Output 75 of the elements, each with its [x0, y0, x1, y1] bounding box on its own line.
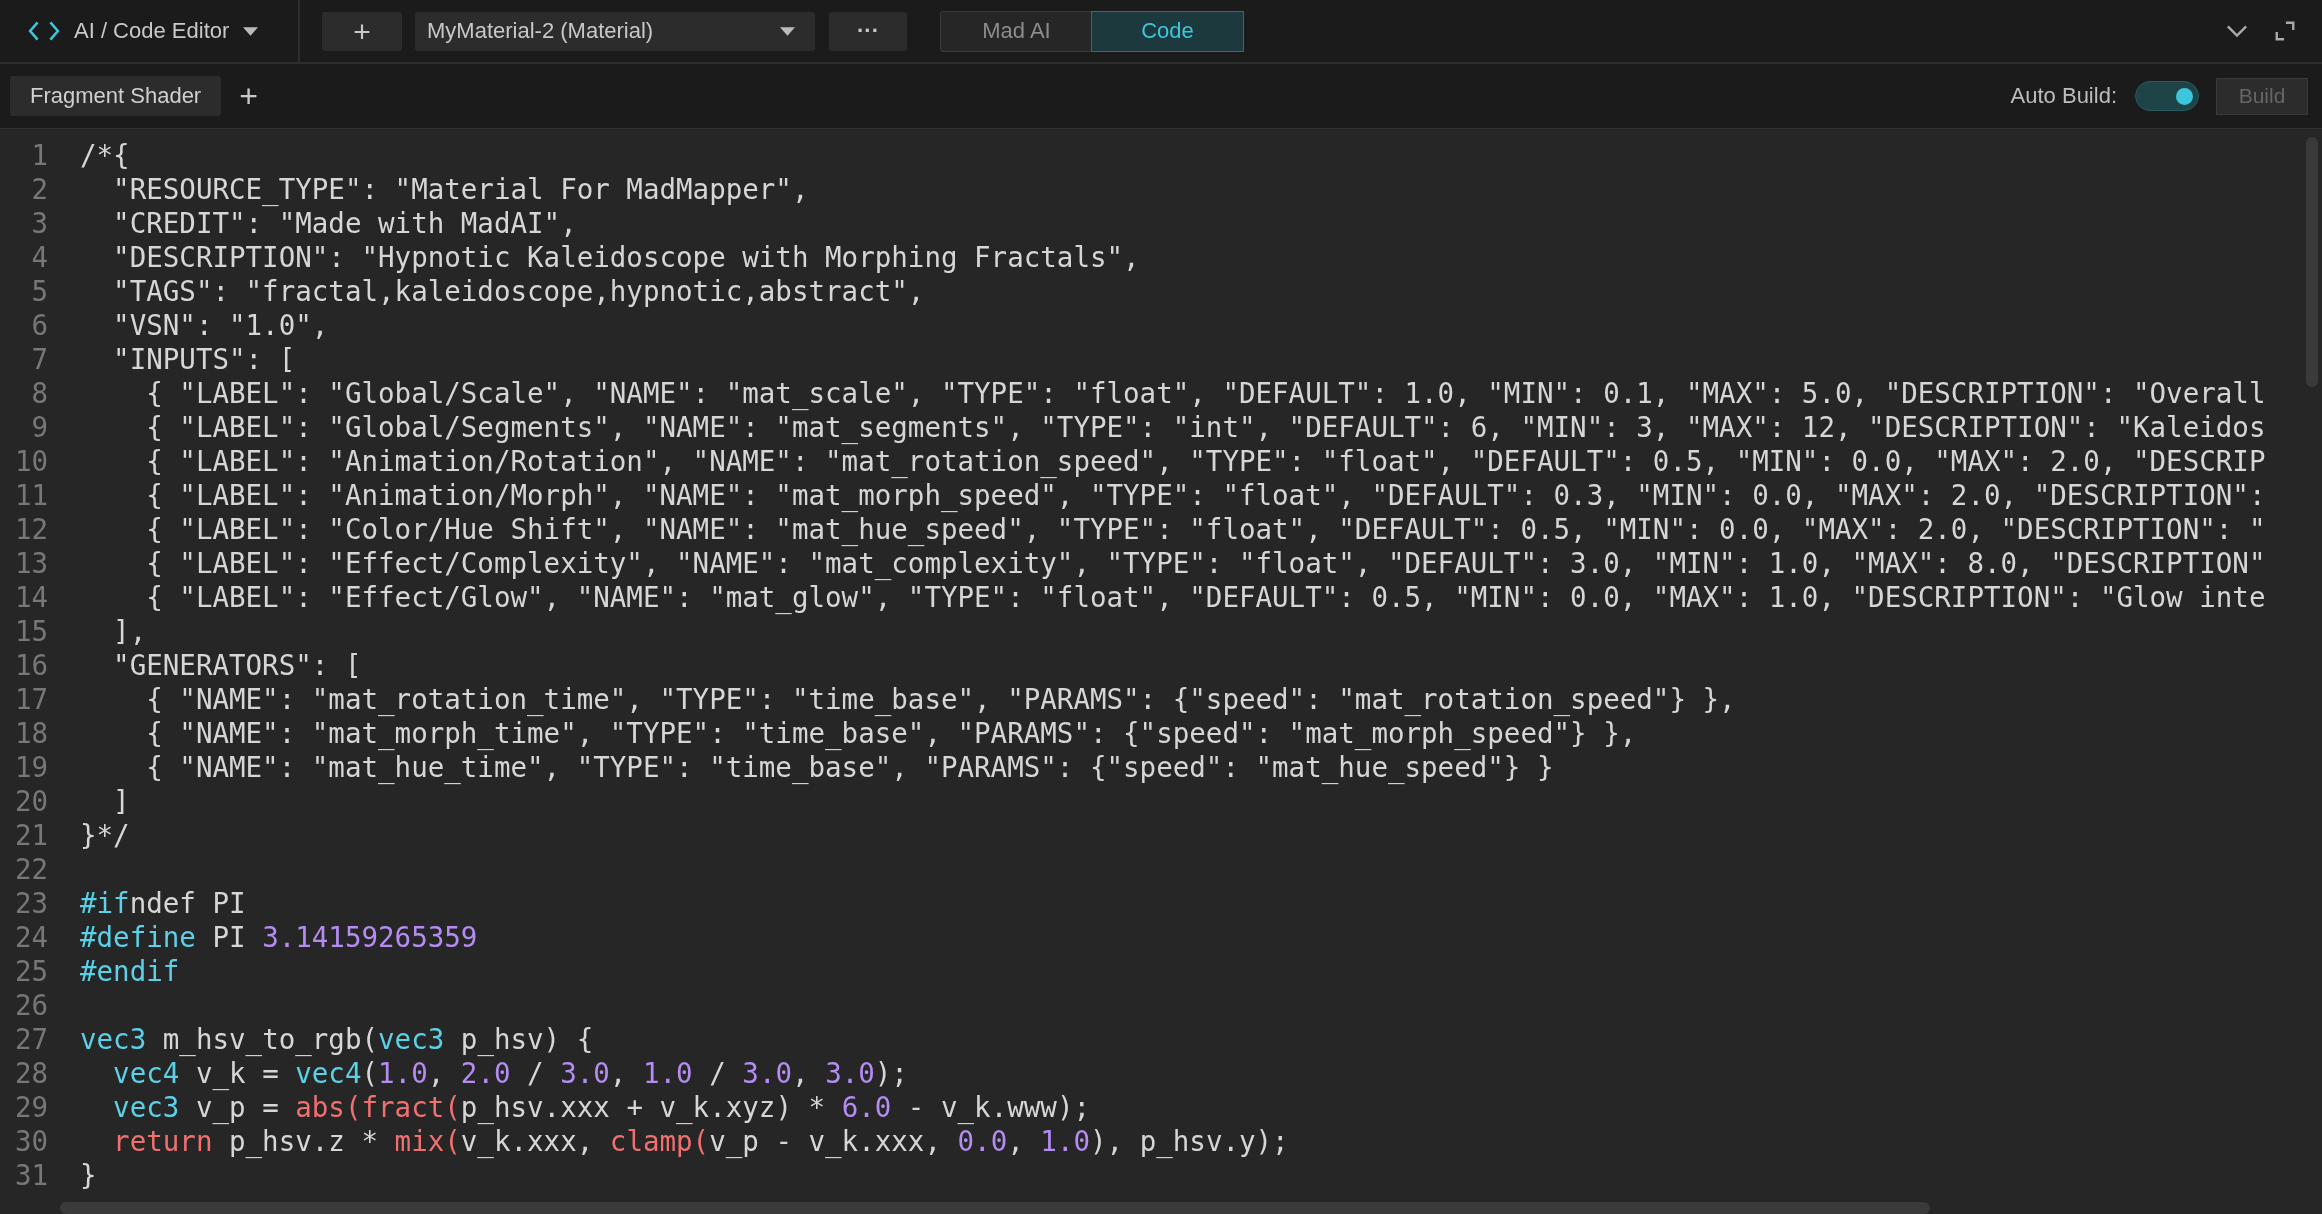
line-number: 13 — [13, 546, 48, 580]
line-number: 31 — [13, 1158, 48, 1192]
code-line: "CREDIT": "Made with MadAI", — [112, 206, 577, 240]
line-number: 1 — [30, 138, 48, 172]
line-number: 18 — [13, 716, 48, 750]
auto-build-label: Auto Build: — [2010, 83, 2117, 109]
add-tab-button[interactable]: + — [239, 76, 258, 116]
code-line: /*{ — [80, 138, 130, 172]
code-line: { "LABEL": "Global/Scale", "NAME": "mat_scale", "TYPE": "float", "DEFAULT": 1.0, "MIN": 0.1, "MAX": 5.0, "DESCRIPTION": "Overall — [145, 376, 2266, 410]
code-line: vec4 v_k = vec4(1.0, 2.0 / 3.0, 1.0 / 3.0, 3.0); — [112, 1056, 908, 1090]
line-number: 17 — [13, 682, 48, 716]
editor-title[interactable]: AI / Code Editor — [74, 18, 230, 44]
line-number: 10 — [13, 444, 48, 478]
code-line: ] — [112, 784, 130, 818]
code-line: { "LABEL": "Effect/Complexity", "NAME": "mat_complexity", "TYPE": "float", "DEFAULT": 3.0, "MIN": 1.0, "MAX": 8.0, "DESCRIPTION" — [145, 546, 2266, 580]
line-number: 24 — [13, 920, 48, 954]
code-editor[interactable] — [0, 129, 2322, 1214]
code-line: vec3 v_p = abs(fract(p_hsv.xxx + v_k.xyz) * 6.0 - v_k.www); — [112, 1090, 1090, 1124]
code-line: "TAGS": "fractal,kaleidoscope,hypnotic,abstract", — [112, 274, 925, 308]
expand-icon[interactable] — [2274, 20, 2296, 42]
code-line: { "LABEL": "Color/Hue Shift", "NAME": "mat_hue_speed", "TYPE": "float", "DEFAULT": 0.5, "MIN": 0.0, "MAX": 2.0, "DESCRIPTION": " — [145, 512, 2266, 546]
code-line: } — [80, 1158, 97, 1192]
code-line: "DESCRIPTION": "Hypnotic Kaleidoscope with Morphing Fractals", — [112, 240, 1140, 274]
code-line: return p_hsv.z * mix(v_k.xxx, clamp(v_p - v_k.xxx, 0.0, 1.0), p_hsv.y); — [112, 1124, 1289, 1158]
code-line: { "NAME": "mat_hue_time", "TYPE": "time_base", "PARAMS": {"speed": "mat_hue_speed"} } — [145, 750, 1554, 784]
line-number: 28 — [13, 1056, 48, 1090]
code-line: { "LABEL": "Effect/Glow", "NAME": "mat_glow", "TYPE": "float", "DEFAULT": 0.5, "MIN": 0.0, "MAX": 1.0, "DESCRIPTION": "Glow inte — [145, 580, 2266, 614]
code-line: { "LABEL": "Animation/Rotation", "NAME": "mat_rotation_speed", "TYPE": "float", "DEFAULT": 0.5, "MIN": 0.0, "MAX": 2.0, "DESCRIP — [145, 444, 2266, 478]
code-line: #endif — [80, 954, 180, 988]
line-number: 23 — [13, 886, 48, 920]
more-button[interactable]: ··· — [829, 11, 907, 51]
line-number: 16 — [13, 648, 48, 682]
code-line: { "LABEL": "Animation/Morph", "NAME": "mat_morph_speed", "TYPE": "float", "DEFAULT": 0.3, "MIN": 0.0, "MAX": 2.0, "DESCRIPTION": — [145, 478, 2266, 512]
line-number: 26 — [13, 988, 48, 1022]
code-line: "INPUTS": [ — [112, 342, 296, 376]
line-number: 27 — [13, 1022, 48, 1056]
line-number: 19 — [13, 750, 48, 784]
code-brackets-icon — [28, 20, 60, 42]
line-number: 30 — [13, 1124, 48, 1158]
code-line: "RESOURCE_TYPE": "Material For MadMapper", — [112, 172, 809, 206]
code-line: vec3 m_hsv_to_rgb(vec3 p_hsv) { — [80, 1022, 594, 1056]
line-number: 2 — [30, 172, 48, 206]
line-number: 8 — [30, 376, 48, 410]
mode-tab[interactable]: Code — [1092, 11, 1243, 51]
code-line: { "NAME": "mat_morph_time", "TYPE": "time_base", "PARAMS": {"speed": "mat_morph_speed"} }, — [145, 716, 1637, 750]
line-number: 20 — [13, 784, 48, 818]
line-number: 3 — [30, 206, 48, 240]
add-button[interactable]: + — [322, 11, 402, 51]
code-line: #ifndef PI — [80, 886, 246, 920]
line-number: 5 — [30, 274, 48, 308]
line-number: 14 — [13, 580, 48, 614]
code-line: { "LABEL": "Global/Segments", "NAME": "mat_segments", "TYPE": "int", "DEFAULT": 6, "MIN": 3, "MAX": 12, "DESCRIPTION": "Kaleidos — [145, 410, 2266, 444]
caret-icon[interactable] — [243, 26, 259, 36]
material-dropdown[interactable]: MyMaterial-2 (Material) — [415, 11, 815, 51]
mode-tab[interactable]: Mad AI — [941, 11, 1092, 51]
line-number: 25 — [13, 954, 48, 988]
code-line: #define PI 3.14159265359 — [80, 920, 478, 954]
line-number: 11 — [13, 478, 48, 512]
line-number: 6 — [30, 308, 48, 342]
line-number: 7 — [30, 342, 48, 376]
code-line: ], — [112, 614, 147, 648]
line-number: 9 — [30, 410, 48, 444]
code-line: "GENERATORS": [ — [112, 648, 362, 682]
line-number: 12 — [13, 512, 48, 546]
line-number: 4 — [30, 240, 48, 274]
line-number: 15 — [13, 614, 48, 648]
code-line: "VSN": "1.0", — [112, 308, 329, 342]
caret-icon[interactable] — [780, 26, 795, 36]
code-line: { "NAME": "mat_rotation_time", "TYPE": "time_base", "PARAMS": {"speed": "mat_rotation_speed"} }, — [145, 682, 1736, 716]
shader-tab[interactable]: Fragment Shader — [10, 76, 222, 116]
line-number: 21 — [13, 818, 48, 852]
line-number: 29 — [13, 1090, 48, 1124]
line-number: 22 — [13, 852, 48, 886]
auto-build-toggle[interactable] — [2135, 81, 2199, 111]
code-line: }*/ — [80, 818, 130, 852]
